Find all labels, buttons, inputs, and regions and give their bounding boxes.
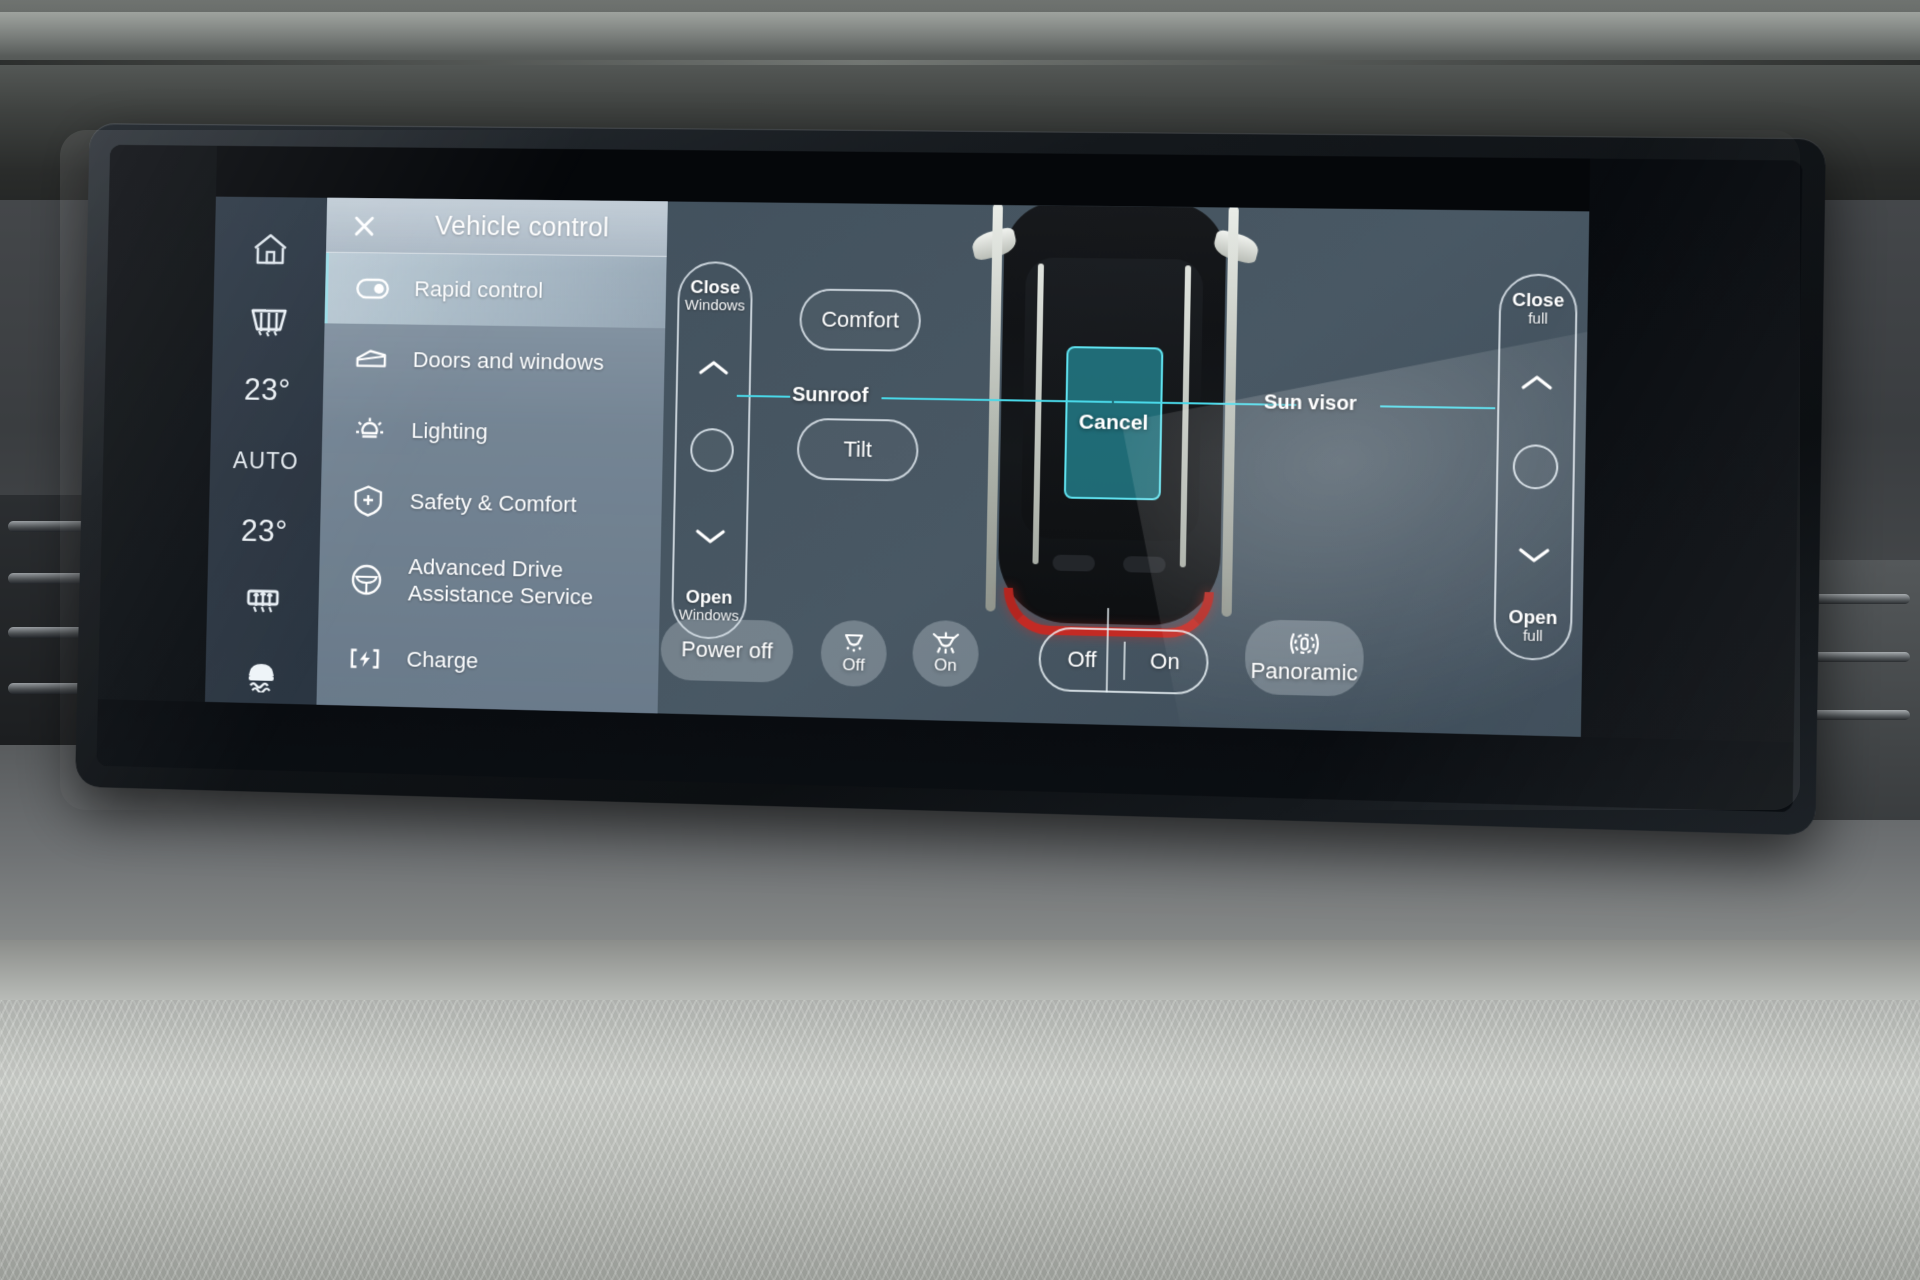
sunvisor-slider[interactable]: Close full Open full xyxy=(1493,273,1578,662)
ambient-off-label: Off xyxy=(842,655,865,675)
auto-climate-label: AUTO xyxy=(232,446,299,474)
sunroof-comfort-button[interactable]: Comfort xyxy=(798,288,922,352)
toggle-option-off[interactable]: Off xyxy=(1041,646,1124,674)
sunvisor-leader-right xyxy=(1380,405,1496,410)
rail-item-traction-control[interactable] xyxy=(215,641,309,704)
ambient-light-on-button[interactable]: On xyxy=(911,619,980,688)
chevron-up-icon[interactable] xyxy=(1520,373,1553,392)
cancel-button[interactable]: Cancel xyxy=(1063,346,1164,501)
rail-item-driver-temp[interactable]: 23° xyxy=(221,359,315,421)
chevron-up-icon[interactable] xyxy=(698,358,730,376)
power-off-button[interactable]: Power off xyxy=(660,618,794,683)
screen-right-letterbox xyxy=(1579,158,1803,796)
infotainment-display-bezel: 23° AUTO 23° Vehicle control Rapid contr… xyxy=(75,123,1826,836)
vehicle-control-menu: Rapid control Doors and windows Lighting… xyxy=(317,252,667,702)
sidebar-item-label: Advanced Drive Assistance Service xyxy=(407,554,594,610)
slider-knob[interactable] xyxy=(689,427,735,473)
rear-defrost-icon xyxy=(246,302,291,338)
shield-plus-icon xyxy=(351,484,385,518)
battery-charge-icon xyxy=(348,641,382,675)
passenger-temp-value: 23° xyxy=(240,513,288,549)
vehicle-graphics-stage: Cancel Close Windows Open Windows Close … xyxy=(658,201,1590,736)
climate-rail: 23° AUTO 23° xyxy=(204,196,328,705)
page-title: Vehicle control xyxy=(434,210,610,243)
sunroof-leader-label: Sunroof xyxy=(791,383,869,407)
ambient-on-label: On xyxy=(933,655,957,675)
toggle-divider xyxy=(1123,641,1126,680)
sidebar-item-charge[interactable]: Charge xyxy=(317,622,659,701)
rail-item-auto-climate[interactable]: AUTO xyxy=(219,430,313,493)
chevron-down-icon[interactable] xyxy=(694,527,726,546)
sidebar-item-label: Lighting xyxy=(411,417,489,444)
toggle-option-on[interactable]: On xyxy=(1123,648,1207,676)
rail-item-home[interactable] xyxy=(224,218,317,280)
sidebar-item-rapid-control[interactable]: Rapid control xyxy=(324,252,667,329)
screen-left-letterbox xyxy=(96,144,218,753)
windows-close-sublabel: Windows xyxy=(684,296,746,315)
sidebar-item-label: Safety & Comfort xyxy=(409,488,577,517)
ambient-light-off-button[interactable]: Off xyxy=(820,619,888,688)
lamp-on-icon xyxy=(930,631,962,654)
car-door-icon xyxy=(354,342,388,376)
windows-slider[interactable]: Close Windows Open Windows xyxy=(670,261,754,640)
slider-knob[interactable] xyxy=(1512,444,1559,490)
screen-content: 23° AUTO 23° Vehicle control Rapid contr… xyxy=(204,196,1590,737)
rail-item-front-defrost[interactable] xyxy=(216,571,310,634)
sidebar-item-safety-and-comfort[interactable]: Safety & Comfort xyxy=(320,465,662,543)
sunvisor-close-sublabel: full xyxy=(1527,309,1548,328)
right-hood-vent xyxy=(1122,556,1166,574)
sunvisor-close-label: Close xyxy=(1512,288,1565,311)
sidebar-item-lighting[interactable]: Lighting xyxy=(322,394,664,471)
dashboard-lower-trim xyxy=(0,940,1920,1280)
steering-wheel-icon xyxy=(350,563,384,597)
windows-close-label: Close xyxy=(690,276,741,298)
panoramic-label: Panoramic xyxy=(1250,657,1359,686)
home-icon xyxy=(251,230,290,268)
sidebar-item-advanced-drive-assistance-service[interactable]: Advanced Drive Assistance Service xyxy=(318,535,661,629)
dashboard-seam xyxy=(0,60,1920,65)
panel-header: Vehicle control xyxy=(326,197,668,257)
traction-control-icon xyxy=(241,653,282,693)
driver-temp-value: 23° xyxy=(243,372,292,408)
sunroof-shade-toggle[interactable]: Off On xyxy=(1038,626,1210,696)
vehicle-control-panel: Vehicle control Rapid control Doors and … xyxy=(316,197,1590,737)
toggle-switch-icon xyxy=(356,272,390,306)
dashboard-scene: 23° AUTO 23° Vehicle control Rapid contr… xyxy=(0,0,1920,1280)
sunroof-tilt-button[interactable]: Tilt xyxy=(796,417,919,482)
rail-item-passenger-temp[interactable]: 23° xyxy=(218,500,312,563)
sidebar-item-label: Doors and windows xyxy=(412,346,605,375)
rail-item-rear-defrost[interactable] xyxy=(222,289,316,351)
light-bulb-icon xyxy=(353,413,387,447)
sunvisor-slider-top-caption: Close full xyxy=(1512,288,1565,329)
sidebar-item-label: Rapid control xyxy=(414,276,544,303)
close-icon[interactable] xyxy=(350,210,380,240)
bottom-action-row: Power off Off On Off On Panoramic xyxy=(658,600,1583,733)
chevron-down-icon[interactable] xyxy=(1517,546,1550,565)
sunvisor-leader-label: Sun visor xyxy=(1263,391,1358,416)
sidebar-item-label: Charge xyxy=(406,646,479,673)
panoramic-camera-icon xyxy=(1287,630,1322,657)
windows-slider-top-caption: Close Windows xyxy=(684,276,746,315)
lamp-off-icon xyxy=(839,631,869,654)
front-defrost-icon xyxy=(241,585,284,619)
vehicle-top-view-illustration: Cancel xyxy=(956,201,1267,693)
sidebar-item-doors-and-windows[interactable]: Doors and windows xyxy=(323,323,665,399)
power-off-label: Power off xyxy=(680,636,773,664)
infotainment-display: 23° AUTO 23° Vehicle control Rapid contr… xyxy=(96,144,1803,813)
left-hood-vent xyxy=(1052,554,1096,572)
panoramic-button[interactable]: Panoramic xyxy=(1244,619,1365,697)
